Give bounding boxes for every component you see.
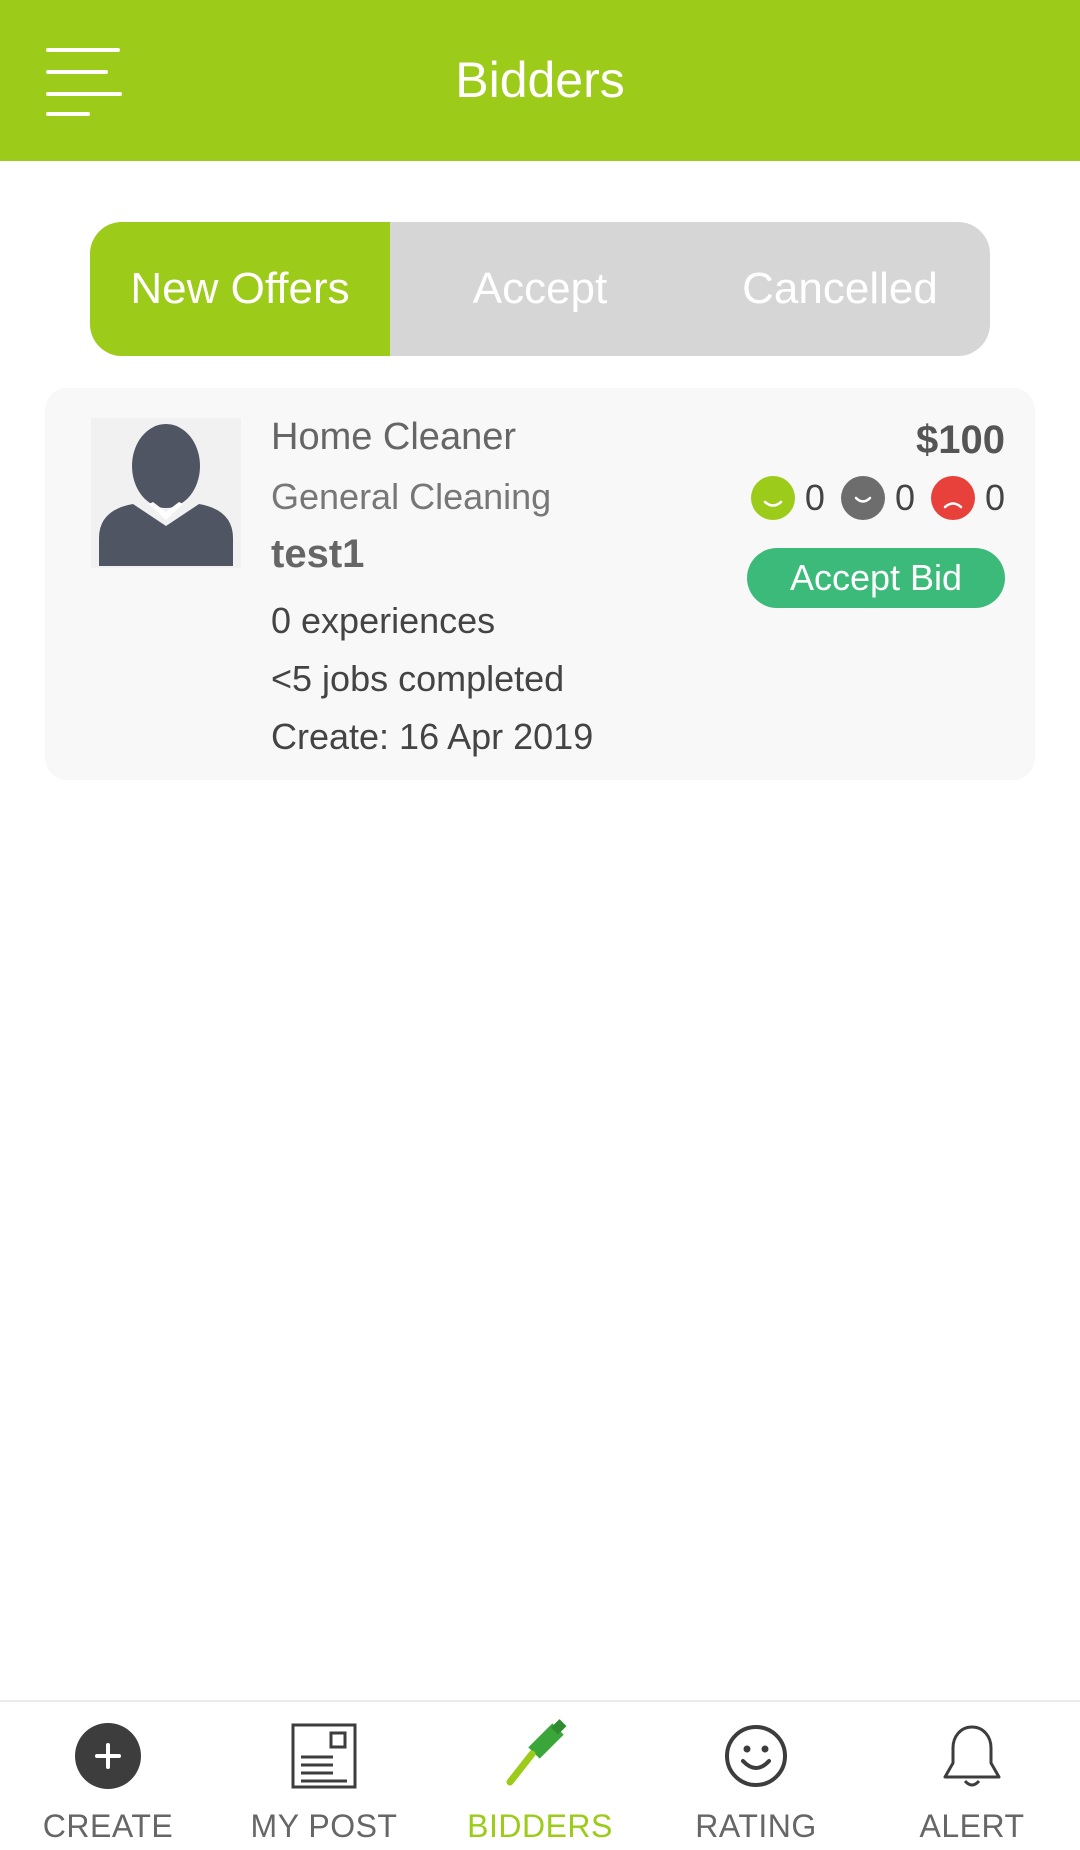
nav-alert-label: ALERT [919,1808,1025,1844]
nav-alert[interactable]: ALERT [864,1702,1080,1850]
negative-count: 0 [984,477,1005,518]
nav-rating[interactable]: RATING [648,1702,864,1850]
plus-circle-icon [70,1718,146,1794]
experience-count: 0 experiences [271,600,496,641]
service-category: General Cleaning [271,476,552,517]
bid-card[interactable]: Home Cleaner General Cleaning test1 0 ex… [45,388,1035,780]
positive-rating: 0 [750,476,825,520]
service-title: Home Cleaner [271,416,516,458]
tab-accept[interactable]: Accept [390,222,690,356]
rating-summary: 0 0 0 [750,476,1005,520]
nav-bidders[interactable]: BIDDERS [432,1702,648,1850]
tab-cancelled[interactable]: Cancelled [690,222,990,356]
page-title: Bidders [455,52,625,108]
sad-face-icon [930,476,975,520]
accept-bid-button[interactable]: Accept Bid [747,548,1005,608]
created-date: Create: 16 Apr 2019 [271,716,594,757]
user-silhouette-icon [99,424,233,566]
bell-icon [934,1718,1010,1794]
neutral-face-icon [840,476,885,520]
happy-face-icon [750,476,795,520]
app-header: Bidders [0,0,1080,161]
neutral-rating: 0 [840,476,915,520]
nav-rating-label: RATING [695,1808,817,1844]
post-icon [286,1718,362,1794]
tab-new-offers[interactable]: New Offers [90,222,390,356]
jobs-completed: <5 jobs completed [271,658,565,699]
smiley-icon [718,1718,794,1794]
bottom-navigation: CREATE MY POST BIDDERS RATING ALERT [0,1700,1080,1850]
positive-count: 0 [804,477,825,518]
nav-create[interactable]: CREATE [0,1702,216,1850]
nav-bidders-label: BIDDERS [467,1808,613,1844]
neutral-count: 0 [894,477,915,518]
negative-rating: 0 [930,476,1005,520]
bid-price: $100 [916,418,1005,462]
gavel-icon [502,1718,578,1794]
avatar [91,418,241,568]
nav-my-post-label: MY POST [250,1808,398,1844]
offer-status-tabs: New Offers Accept Cancelled [90,222,990,356]
nav-create-label: CREATE [42,1808,174,1844]
bidder-name: test1 [271,532,365,576]
nav-my-post[interactable]: MY POST [216,1702,432,1850]
